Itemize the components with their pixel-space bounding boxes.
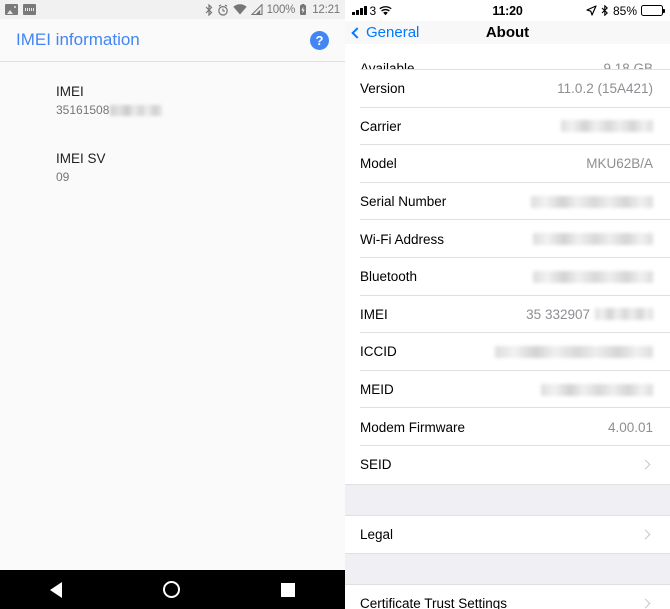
android-navigation-bar [0,570,345,609]
row-value: 11.0.2 (15A421) [557,81,653,97]
row-label: SEID [360,457,392,473]
row-value [541,383,655,396]
row-label: Serial Number [360,194,447,210]
row-value: 4.00.01 [607,419,653,435]
image-notification-icon [5,4,18,15]
recents-square-icon[interactable] [280,582,295,597]
android-panel: 100% 12:21 IMEI information ? IMEI 35161… [0,0,345,609]
battery-icon [641,5,665,16]
nav-title: About [485,24,530,41]
about-list: Available 9.18 GB Version 11.0.2 (15A421… [345,44,670,609]
chevron-right-icon [640,459,651,470]
table-row[interactable]: Version 11.0.2 (15A421) [345,70,670,108]
redacted-imei-suffix [110,104,163,116]
android-clock: 12:21 [312,3,340,16]
list-item[interactable]: IMEI 35161508 [0,78,345,123]
bars-notification-icon [23,4,36,15]
section-gap [345,483,670,516]
ios-status-right: 85% [586,3,665,18]
ios-status-bar: 3 11:20 85% [345,0,670,21]
alarm-icon [217,3,228,16]
table-row[interactable]: IMEI 35 332907 [345,295,670,334]
table-row[interactable]: Certificate Trust Settings [345,585,670,609]
android-imei-sv-value: 09 [56,170,70,184]
chevron-right-icon [640,598,651,609]
wifi-icon [232,4,247,15]
row-value [533,270,655,283]
row-label: Version [360,81,406,97]
row-label: Carrier [360,118,402,134]
table-row[interactable]: Model MKU62B/A [345,145,670,183]
row-label: ICCID [360,344,397,360]
table-row[interactable]: Modem Firmware 4.00.01 [345,408,670,446]
row-value: MKU62B/A [586,156,653,172]
redacted-value [533,233,653,246]
ios-imei-value: 35 332907 [526,306,590,322]
table-row[interactable]: MEID [345,370,670,409]
table-row[interactable]: SEID [345,445,670,484]
android-item-value: 35161508 [56,103,329,117]
row-value [495,345,655,358]
android-item-label: IMEI [56,84,84,99]
ios-nav-bar: General About [345,21,670,44]
table-row[interactable]: ICCID [345,333,670,371]
android-app-bar: IMEI information ? [0,19,345,62]
android-status-bar: 100% 12:21 [0,0,345,19]
row-value [533,233,655,246]
android-content: IMEI 35161508 IMEI SV 09 [0,62,345,570]
ios-panel: 3 11:20 85% General About Available 9.18… [345,0,670,609]
row-label: Modem Firmware [360,419,466,435]
back-triangle-icon[interactable] [50,581,63,598]
table-row[interactable]: Available 9.18 GB [345,44,670,76]
table-row[interactable]: Serial Number [345,182,670,221]
row-label: IMEI [360,306,388,322]
android-battery-percent: 100% [266,3,296,16]
redacted-value [541,383,653,396]
dual-phone-screenshot: 100% 12:21 IMEI information ? IMEI 35161… [0,0,670,609]
chevron-right-icon [640,529,651,540]
list-item[interactable]: IMEI SV 09 [0,145,345,190]
bluetooth-icon [205,3,212,16]
location-arrow-icon [586,5,597,16]
android-item-value: 09 [56,170,329,184]
table-row[interactable]: Legal [345,515,670,554]
row-label: Wi-Fi Address [360,231,445,247]
battery-charging-icon [300,3,307,15]
redacted-imei-suffix [595,308,653,321]
row-label: MEID [360,382,394,398]
ios-battery-percent: 85% [612,3,637,18]
redacted-value [561,120,653,133]
redacted-value [531,195,653,208]
row-label: Bluetooth [360,269,418,285]
cellular-signal-icon [250,4,263,15]
redacted-value [495,345,653,358]
android-notification-icons [5,4,36,15]
section-gap [345,553,670,586]
home-circle-icon[interactable] [162,581,180,598]
row-label: Legal [360,526,394,542]
android-imei-value: 35161508 [56,103,110,117]
table-row[interactable]: Carrier [345,107,670,146]
row-label: Model [360,156,397,172]
bluetooth-icon [601,5,608,16]
help-icon[interactable]: ? [310,30,329,50]
row-value: 35 332907 [526,307,655,322]
table-row[interactable]: Wi-Fi Address [345,220,670,258]
row-value [531,195,655,208]
redacted-value [533,270,653,283]
android-status-icons: 100% 12:21 [205,3,340,16]
table-row[interactable]: Bluetooth [345,257,670,296]
page-title: IMEI information [16,30,140,49]
android-item-label: IMEI SV [56,151,106,166]
row-value [561,120,655,133]
row-label: Certificate Trust Settings [360,596,508,609]
